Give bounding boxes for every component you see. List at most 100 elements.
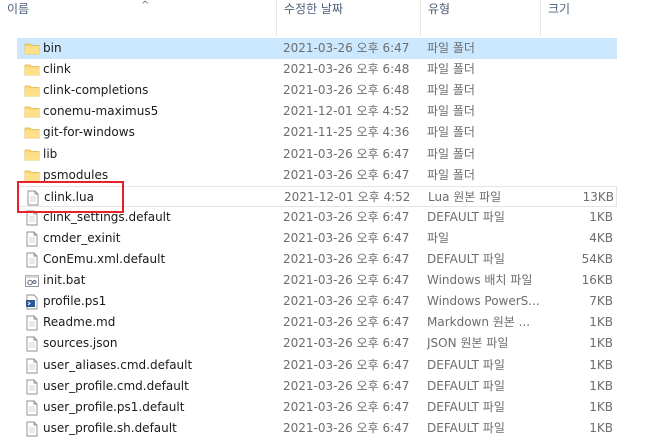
modified-date: 2021-03-26 오후 6:47 [283,315,410,330]
file-row[interactable]: sources.json 2021-03-26 오후 6:47 JSON 원본 파일… [17,333,617,354]
modified-date: 2021-03-26 오후 6:47 [283,336,410,351]
file-name: user_aliases.cmd.default [43,357,193,372]
file-row[interactable]: user_aliases.cmd.default 2021-03-26 오후 6:… [17,355,617,376]
modified-date: 2021-03-26 오후 6:47 [283,209,410,224]
file-type: 파일 [427,230,450,245]
column-header-size[interactable]: 크기 [548,0,570,27]
modified-date: 2021-03-26 오후 6:48 [283,62,410,77]
file-size: 1KB [589,399,613,414]
file-row[interactable]: cmder_exinit 2021-03-26 오후 6:47 파일 4KB [17,228,617,249]
file-type: DEFAULT 파일 [427,209,505,224]
column-divider[interactable] [420,0,421,36]
file-type: 파일 폴더 [427,125,475,140]
folder-icon [24,62,40,78]
file-type: 파일 폴더 [427,146,475,161]
file-name: Readme.md [43,315,116,330]
file-row[interactable]: user_profile.ps1.default 2021-03-26 오후 6:… [17,397,617,418]
file-icon [24,379,40,395]
file-row[interactable]: ConEmu.xml.default 2021-03-26 오후 6:47 DEFA… [17,249,617,270]
column-header-type[interactable]: 유형 [428,0,450,27]
folder-row[interactable]: clink 2021-03-26 오후 6:48 파일 폴더 [17,59,617,80]
modified-date: 2021-03-26 오후 6:47 [283,420,410,435]
file-type: 파일 폴더 [427,41,475,55]
file-row[interactable]: profile.ps1 2021-03-26 오후 6:47 Windows Pow… [17,291,617,312]
batch-file-icon [24,273,40,289]
file-size: 1KB [589,315,613,330]
file-name: ConEmu.xml.default [43,252,166,266]
file-type: 파일 폴더 [427,83,475,98]
file-row[interactable]: init.bat 2021-03-26 오후 6:47 Windows 배치 파일 1… [17,270,617,291]
file-size: 7KB [589,294,613,309]
modified-date: 2021-03-26 오후 6:47 [283,378,410,393]
file-size: 13KB [582,189,614,204]
file-size: 1KB [589,357,613,372]
modified-date: 2021-03-26 오후 6:47 [283,41,410,55]
file-size [547,165,613,186]
file-size: 1KB [589,336,613,351]
file-size [547,144,613,165]
folder-icon [24,83,40,99]
file-type: DEFAULT 파일 [427,357,505,372]
file-size: 54KB [581,252,613,266]
folder-row[interactable]: git-for-windows 2021-11-25 오후 4:36 파일 폴더 [17,122,617,143]
file-icon [24,400,40,416]
file-type: DEFAULT 파일 [427,252,505,266]
file-name: cmder_exinit [43,230,121,245]
file-type: 파일 폴더 [427,104,475,119]
modified-date: 2021-03-26 오후 6:47 [283,399,410,414]
folder-row[interactable]: conemu-maximus5 2021-12-01 오후 4:52 파일 폴더 [17,101,617,122]
file-type: DEFAULT 파일 [427,378,505,393]
file-type: Markdown 원본 ... [427,315,531,330]
column-header-name[interactable]: 이름 [7,0,29,27]
file-name: profile.ps1 [43,294,107,309]
file-name: user_profile.ps1.default [43,399,185,414]
modified-date: 2021-12-01 오후 4:52 [284,189,411,204]
file-row[interactable]: user_profile.cmd.default 2021-03-26 오후 6:… [17,376,617,397]
file-size: 4KB [589,230,613,245]
red-highlight-box [17,181,124,213]
file-size [547,80,613,101]
folder-row[interactable]: clink-completions 2021-03-26 오후 6:48 파일 폴더 [17,80,617,101]
modified-date: 2021-03-26 오후 6:47 [283,357,410,372]
folder-icon [24,104,40,120]
modified-date: 2021-03-26 오후 6:47 [283,146,410,161]
file-type: Windows 배치 파일 [427,273,533,288]
file-type: DEFAULT 파일 [427,399,505,414]
modified-date: 2021-03-26 오후 6:47 [283,252,410,266]
file-type: 파일 폴더 [427,167,475,182]
column-header-bar: ^ 이름 수정한 날짜 유형 크기 [0,0,659,36]
folder-row[interactable]: lib 2021-03-26 오후 6:47 파일 폴더 [17,144,617,165]
column-divider[interactable] [540,0,541,36]
file-icon [24,358,40,374]
modified-date: 2021-03-26 오후 6:47 [283,273,410,288]
file-size [547,122,613,143]
file-icon [24,252,40,268]
folder-row[interactable]: bin 2021-03-26 오후 6:47 파일 폴더 [17,38,617,59]
modified-date: 2021-11-25 오후 4:36 [283,125,410,140]
file-row[interactable]: Readme.md 2021-03-26 오후 6:47 Markdown 원본 .… [17,312,617,333]
file-row[interactable]: user_profile.sh.default 2021-03-26 오후 6:4… [17,418,617,439]
file-type: Windows PowerS... [427,294,539,309]
column-divider[interactable] [276,0,277,36]
file-name: clink [43,62,71,77]
folder-icon [24,125,40,141]
file-size: 1KB [589,209,613,224]
file-name: init.bat [43,273,86,288]
modified-date: 2021-03-26 오후 6:47 [283,294,410,309]
file-name: sources.json [43,336,118,351]
file-size [547,101,613,122]
file-size [547,59,613,80]
column-header-date[interactable]: 수정한 날짜 [284,0,343,27]
file-type: Lua 원본 파일 [428,189,502,204]
file-type: JSON 원본 파일 [427,336,509,351]
modified-date: 2021-03-26 오후 6:47 [283,167,410,182]
file-name: user_profile.sh.default [43,420,177,435]
file-name: bin [43,41,62,55]
modified-date: 2021-12-01 오후 4:52 [283,104,410,119]
modified-date: 2021-03-26 오후 6:47 [283,230,410,245]
file-size: 1KB [589,378,613,393]
file-icon [24,231,40,247]
file-type: DEFAULT 파일 [427,420,505,435]
file-icon [24,421,40,437]
file-size [547,38,613,59]
